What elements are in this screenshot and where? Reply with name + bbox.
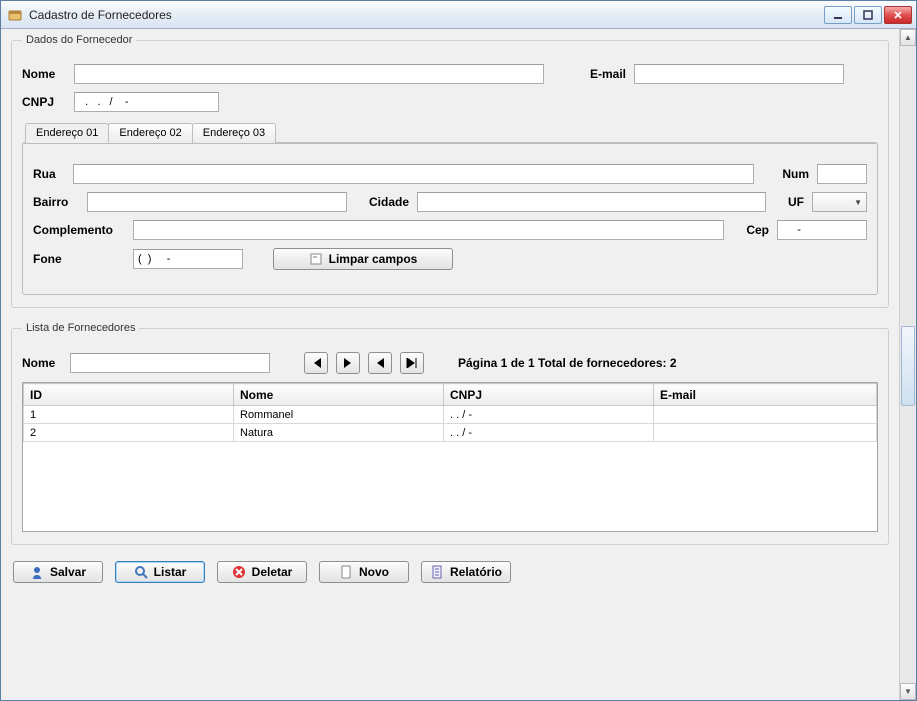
button-limpar-label: Limpar campos <box>329 252 418 266</box>
col-email[interactable]: E-mail <box>654 384 877 406</box>
cell-cnpj: . . / - <box>444 406 654 424</box>
report-icon <box>430 565 444 579</box>
table-row[interactable]: 2Natura . . / - <box>24 424 877 442</box>
nav-prev-button[interactable] <box>368 352 392 374</box>
window-title: Cadastro de Fornecedores <box>29 8 824 22</box>
group-lista-legend: Lista de Fornecedores <box>22 322 139 334</box>
content-area: Dados do Fornecedor Nome E-mail CNPJ End… <box>1 29 899 700</box>
cell-email <box>654 424 877 442</box>
titlebar: Cadastro de Fornecedores <box>1 1 916 29</box>
label-rua: Rua <box>33 167 65 181</box>
table-row[interactable]: 1Rommanel . . / - <box>24 406 877 424</box>
input-cidade[interactable] <box>417 192 766 212</box>
label-bairro: Bairro <box>33 195 79 209</box>
tabstrip: Endereço 01 Endereço 02 Endereço 03 <box>22 123 878 143</box>
button-salvar-label: Salvar <box>50 565 86 579</box>
label-cnpj: CNPJ <box>22 95 66 109</box>
cell-cnpj: . . / - <box>444 424 654 442</box>
vertical-scrollbar[interactable]: ▲ ▼ <box>899 29 916 700</box>
label-cep: Cep <box>746 223 769 237</box>
close-button[interactable] <box>884 6 912 24</box>
cell-nome: Natura <box>234 424 444 442</box>
button-relatorio[interactable]: Relatório <box>421 561 511 583</box>
minimize-button[interactable] <box>824 6 852 24</box>
input-complemento[interactable] <box>133 220 724 240</box>
tab-endereco-03[interactable]: Endereço 03 <box>192 123 276 143</box>
button-listar[interactable]: Listar <box>115 561 205 583</box>
row-fone: Fone Limpar campos <box>33 248 867 270</box>
group-lista-fornecedores: Lista de Fornecedores Nome <box>11 322 889 545</box>
label-uf: UF <box>788 195 804 209</box>
nav-next-button[interactable] <box>336 352 360 374</box>
label-search-nome: Nome <box>22 356 62 370</box>
window-controls <box>824 6 912 24</box>
cell-email <box>654 406 877 424</box>
group-dados-legend: Dados do Fornecedor <box>22 34 136 46</box>
table-fornecedores: ID Nome CNPJ E-mail 1Rommanel . . / -2Na… <box>22 382 878 532</box>
col-id[interactable]: ID <box>24 384 234 406</box>
row-bairro-cidade-uf: Bairro Cidade UF ▼ <box>33 192 867 212</box>
app-icon <box>7 7 23 23</box>
input-nome[interactable] <box>74 64 544 84</box>
scroll-up-icon[interactable]: ▲ <box>900 29 916 46</box>
tab-endereco-01[interactable]: Endereço 01 <box>25 123 109 143</box>
label-nome: Nome <box>22 67 66 81</box>
table-header-row: ID Nome CNPJ E-mail <box>24 384 877 406</box>
action-bar: Salvar Listar Deletar <box>9 559 891 583</box>
cell-id: 2 <box>24 424 234 442</box>
scroll-track[interactable] <box>900 46 916 683</box>
group-dados-fornecedor: Dados do Fornecedor Nome E-mail CNPJ End… <box>11 34 889 308</box>
maximize-button[interactable] <box>854 6 882 24</box>
delete-icon <box>232 565 246 579</box>
button-relatorio-label: Relatório <box>450 565 502 579</box>
tab-endereco-02[interactable]: Endereço 02 <box>108 123 192 143</box>
button-novo-label: Novo <box>359 565 389 579</box>
input-cnpj[interactable] <box>74 92 219 112</box>
input-fone[interactable] <box>133 249 243 269</box>
row-search-nav: Nome Página 1 de <box>22 352 878 374</box>
input-num[interactable] <box>817 164 867 184</box>
nav-last-button[interactable] <box>400 352 424 374</box>
label-email: E-mail <box>590 67 626 81</box>
tabpanel-endereco-01: Rua Num Bairro Cidade <box>23 143 877 294</box>
label-fone: Fone <box>33 252 125 266</box>
button-novo[interactable]: Novo <box>319 561 409 583</box>
tab-box: Rua Num Bairro Cidade <box>22 142 878 295</box>
window-body: Dados do Fornecedor Nome E-mail CNPJ End… <box>1 29 916 700</box>
row-nome-email: Nome E-mail <box>22 64 878 84</box>
search-icon <box>134 565 148 579</box>
input-cep[interactable] <box>777 220 867 240</box>
scroll-down-icon[interactable]: ▼ <box>900 683 916 700</box>
cell-nome: Rommanel <box>234 406 444 424</box>
col-cnpj[interactable]: CNPJ <box>444 384 654 406</box>
input-bairro[interactable] <box>87 192 347 212</box>
cell-id: 1 <box>24 406 234 424</box>
input-rua[interactable] <box>73 164 754 184</box>
row-complemento-cep: Complemento Cep <box>33 220 867 240</box>
label-num: Num <box>782 167 809 181</box>
button-salvar[interactable]: Salvar <box>13 561 103 583</box>
tabs-container: Endereço 01 Endereço 02 Endereço 03 Rua … <box>22 122 878 295</box>
input-email[interactable] <box>634 64 844 84</box>
clear-icon <box>309 252 323 266</box>
scroll-thumb[interactable] <box>901 326 915 406</box>
button-listar-label: Listar <box>154 565 187 579</box>
combo-uf[interactable]: ▼ <box>812 192 867 212</box>
label-cidade: Cidade <box>369 195 409 209</box>
label-complemento: Complemento <box>33 223 125 237</box>
col-nome[interactable]: Nome <box>234 384 444 406</box>
new-icon <box>339 565 353 579</box>
button-deletar-label: Deletar <box>252 565 293 579</box>
nav-first-button[interactable] <box>304 352 328 374</box>
save-icon <box>30 565 44 579</box>
input-search-nome[interactable] <box>70 353 270 373</box>
button-deletar[interactable]: Deletar <box>217 561 307 583</box>
row-rua: Rua Num <box>33 164 867 184</box>
button-limpar-campos[interactable]: Limpar campos <box>273 248 453 270</box>
pagination-status: Página 1 de 1 Total de fornecedores: 2 <box>458 356 677 370</box>
row-cnpj: CNPJ <box>22 92 878 112</box>
app-window: Cadastro de Fornecedores Dados do Fornec… <box>0 0 917 701</box>
